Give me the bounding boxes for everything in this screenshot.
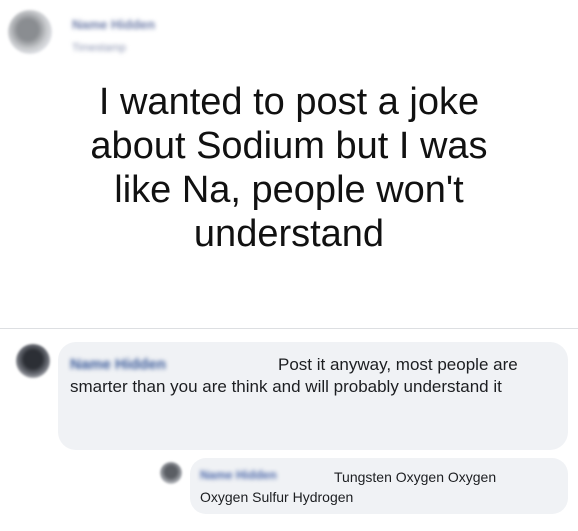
reply-text: Tungsten Oxygen Oxygen Oxygen Sulfur Hyd… xyxy=(200,469,497,505)
post-timestamp-text: Timestamp xyxy=(72,42,126,54)
replier-avatar[interactable] xyxy=(160,462,182,484)
facebook-post-screenshot: Name Hidden Timestamp I wanted to post a… xyxy=(0,0,578,531)
post-timestamp[interactable]: Timestamp xyxy=(72,42,164,54)
post-author-avatar[interactable] xyxy=(8,10,52,54)
post-author-name[interactable]: Name Hidden xyxy=(72,18,192,32)
comment-bubble: Name Hidden Post it anyway, most people … xyxy=(58,342,568,450)
comment-text: Post it anyway, most people are smarter … xyxy=(70,355,518,396)
post-author-name-text: Name Hidden xyxy=(72,18,156,32)
reply-bubble: Name Hidden Tungsten Oxygen Oxygen Oxyge… xyxy=(190,458,568,514)
post-header: Name Hidden Timestamp xyxy=(8,8,308,60)
commenter-avatar[interactable] xyxy=(16,344,50,378)
post-text: I wanted to post a joke about Sodium but… xyxy=(90,81,488,255)
divider xyxy=(0,328,578,329)
